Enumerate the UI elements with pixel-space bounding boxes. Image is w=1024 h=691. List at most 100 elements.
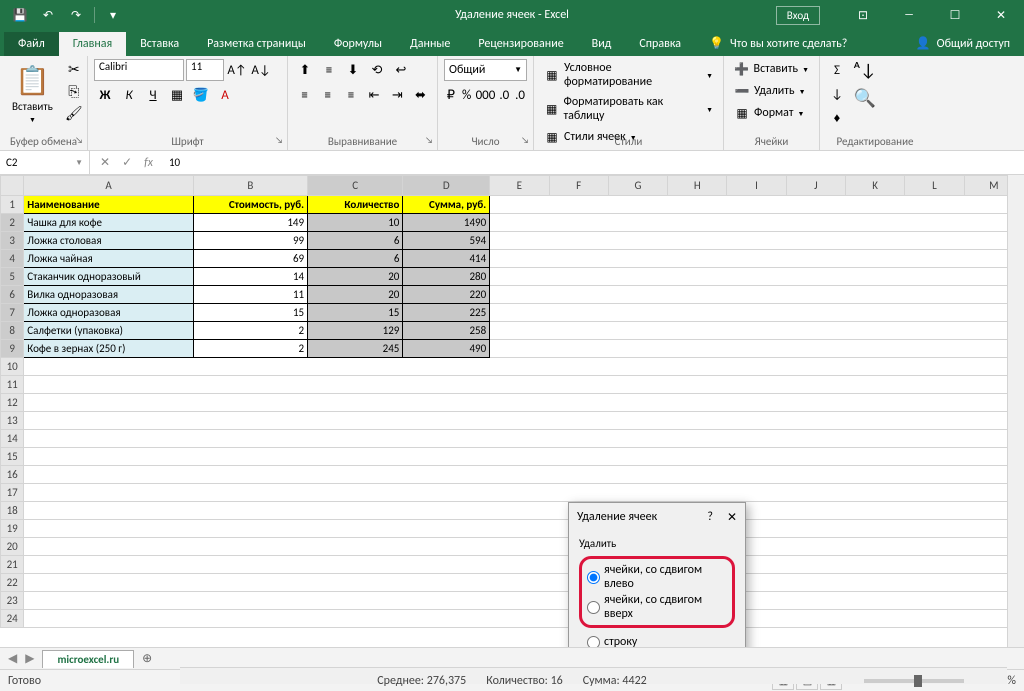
vertical-scrollbar[interactable] [1007, 175, 1024, 647]
add-sheet-icon[interactable]: ⊕ [134, 651, 160, 666]
sheet-nav-prev-icon[interactable]: ◀ [8, 651, 17, 666]
minimize-icon[interactable]: ― [886, 0, 932, 30]
indent-inc-icon[interactable]: ⇥ [387, 84, 408, 106]
indent-dec-icon[interactable]: ⇤ [364, 84, 385, 106]
cut-icon[interactable]: ✂ [63, 59, 85, 79]
font-color-icon[interactable]: A [214, 84, 236, 106]
tab-insert[interactable]: Вставка [126, 32, 193, 56]
sheet-nav-next-icon[interactable]: ▶ [25, 651, 34, 666]
enter-formula-icon[interactable]: ✓ [122, 155, 132, 170]
clear-icon[interactable]: ♦ [826, 107, 848, 129]
format-as-table-button[interactable]: ▦Форматировать как таблицу▼ [540, 93, 717, 125]
redo-icon[interactable]: ↷ [64, 3, 88, 27]
col-header[interactable]: H [668, 176, 727, 196]
paste-button[interactable]: 📋 Вставить ▼ [6, 59, 59, 128]
row-header[interactable]: 2 [1, 214, 24, 232]
number-launcher-icon[interactable]: ↘ [521, 135, 529, 146]
col-header[interactable]: C [308, 176, 403, 196]
font-size-select[interactable]: 11 [186, 59, 224, 81]
align-top-icon[interactable]: ⬆ [294, 59, 316, 81]
row-header[interactable]: 7 [1, 304, 24, 322]
tell-me[interactable]: 💡Что вы хотите сделать? [695, 31, 861, 56]
align-launcher-icon[interactable]: ↘ [425, 135, 433, 146]
cell[interactable]: Наименование [24, 196, 193, 214]
tab-file[interactable]: Файл [4, 32, 59, 56]
login-button[interactable]: Вход [776, 6, 820, 25]
cancel-formula-icon[interactable]: ✕ [100, 155, 110, 170]
row-header[interactable]: 5 [1, 268, 24, 286]
inc-decimal-icon[interactable]: .0 [497, 84, 511, 106]
increase-font-icon[interactable]: A↑ [226, 59, 248, 81]
row-header[interactable]: 8 [1, 322, 24, 340]
tab-data[interactable]: Данные [396, 32, 464, 56]
row-header[interactable]: 9 [1, 340, 24, 358]
bold-icon[interactable]: Ж [94, 84, 116, 106]
col-header[interactable]: L [905, 176, 964, 196]
col-header[interactable]: E [490, 176, 549, 196]
cell[interactable]: Сумма, руб. [403, 196, 490, 214]
tab-home[interactable]: Главная [59, 32, 126, 56]
dec-decimal-icon[interactable]: .0 [513, 84, 527, 106]
percent-icon[interactable]: % [460, 84, 474, 106]
row-header[interactable]: 6 [1, 286, 24, 304]
align-middle-icon[interactable]: ≡ [318, 59, 340, 81]
col-header[interactable]: G [608, 176, 667, 196]
tab-review[interactable]: Рецензирование [464, 32, 577, 56]
undo-icon[interactable]: ↶ [36, 3, 60, 27]
col-header[interactable]: K [846, 176, 905, 196]
col-header[interactable]: F [549, 176, 608, 196]
autosum-icon[interactable]: Σ [826, 59, 848, 81]
font-launcher-icon[interactable]: ↘ [275, 135, 283, 146]
tab-formulas[interactable]: Формулы [320, 32, 396, 56]
row-header[interactable]: 1 [1, 196, 24, 214]
sheet-tab[interactable]: microexcel.ru [42, 650, 134, 668]
row-header[interactable]: 4 [1, 250, 24, 268]
maximize-icon[interactable]: ☐ [932, 0, 978, 30]
align-bottom-icon[interactable]: ⬇ [342, 59, 364, 81]
radio-entire-row[interactable]: строку [579, 634, 735, 647]
underline-icon[interactable]: Ч [142, 84, 164, 106]
name-box[interactable]: ▼ [0, 151, 90, 174]
row-header[interactable]: 3 [1, 232, 24, 250]
zoom-slider[interactable] [864, 679, 964, 683]
conditional-formatting-button[interactable]: ▦Условное форматирование▼ [540, 59, 717, 91]
radio-shift-up[interactable]: ячейки, со сдвигом вверх [587, 592, 727, 622]
close-icon[interactable]: ✕ [978, 0, 1024, 30]
border-icon[interactable]: ▦ [166, 84, 188, 106]
font-name-select[interactable]: Calibri [94, 59, 184, 81]
sort-filter-icon[interactable]: ᴬ↓ [854, 59, 876, 81]
tab-layout[interactable]: Разметка страницы [193, 32, 320, 56]
help-icon[interactable]: ? [707, 510, 713, 525]
col-header[interactable]: B [193, 176, 307, 196]
col-header[interactable]: D [403, 176, 490, 196]
fx-icon[interactable]: fx [144, 156, 153, 170]
cell[interactable]: Стоимость, руб. [193, 196, 307, 214]
thousands-icon[interactable]: 000 [476, 84, 496, 106]
wrap-text-icon[interactable]: ↩ [390, 59, 412, 81]
select-all-corner[interactable] [1, 176, 24, 196]
clipboard-launcher-icon[interactable]: ↘ [75, 135, 83, 146]
qat-dropdown-icon[interactable]: ▾ [101, 3, 125, 27]
decrease-font-icon[interactable]: A↓ [250, 59, 272, 81]
format-painter-icon[interactable]: 🖌 [63, 103, 85, 123]
formula-input[interactable]: 10 [163, 156, 1024, 169]
fill-color-icon[interactable]: 🪣 [190, 84, 212, 106]
find-select-icon[interactable]: 🔍 [854, 87, 876, 109]
insert-cells-button[interactable]: ➕Вставить▼ [730, 59, 813, 79]
align-center-icon[interactable]: ≡ [317, 84, 338, 106]
ribbon-options-icon[interactable]: ⊡ [840, 0, 886, 30]
radio-shift-left[interactable]: ячейки, со сдвигом влево [587, 562, 727, 592]
format-cells-button[interactable]: ▦Формат▼ [730, 103, 813, 123]
fill-icon[interactable]: ↓ [826, 83, 848, 105]
currency-icon[interactable]: ₽ [444, 84, 458, 106]
col-header[interactable]: I [727, 176, 786, 196]
delete-cells-button[interactable]: ➖Удалить▼ [730, 81, 813, 101]
spreadsheet-grid[interactable]: A B C D E F G H I J K L M 1НаименованиеС… [0, 175, 1024, 628]
tab-help[interactable]: Справка [625, 32, 695, 56]
col-header[interactable]: A [24, 176, 193, 196]
merge-icon[interactable]: ⬌ [410, 84, 431, 106]
align-right-icon[interactable]: ≡ [340, 84, 361, 106]
orientation-icon[interactable]: ⟲ [366, 59, 388, 81]
save-icon[interactable]: 💾 [8, 3, 32, 27]
align-left-icon[interactable]: ≡ [294, 84, 315, 106]
